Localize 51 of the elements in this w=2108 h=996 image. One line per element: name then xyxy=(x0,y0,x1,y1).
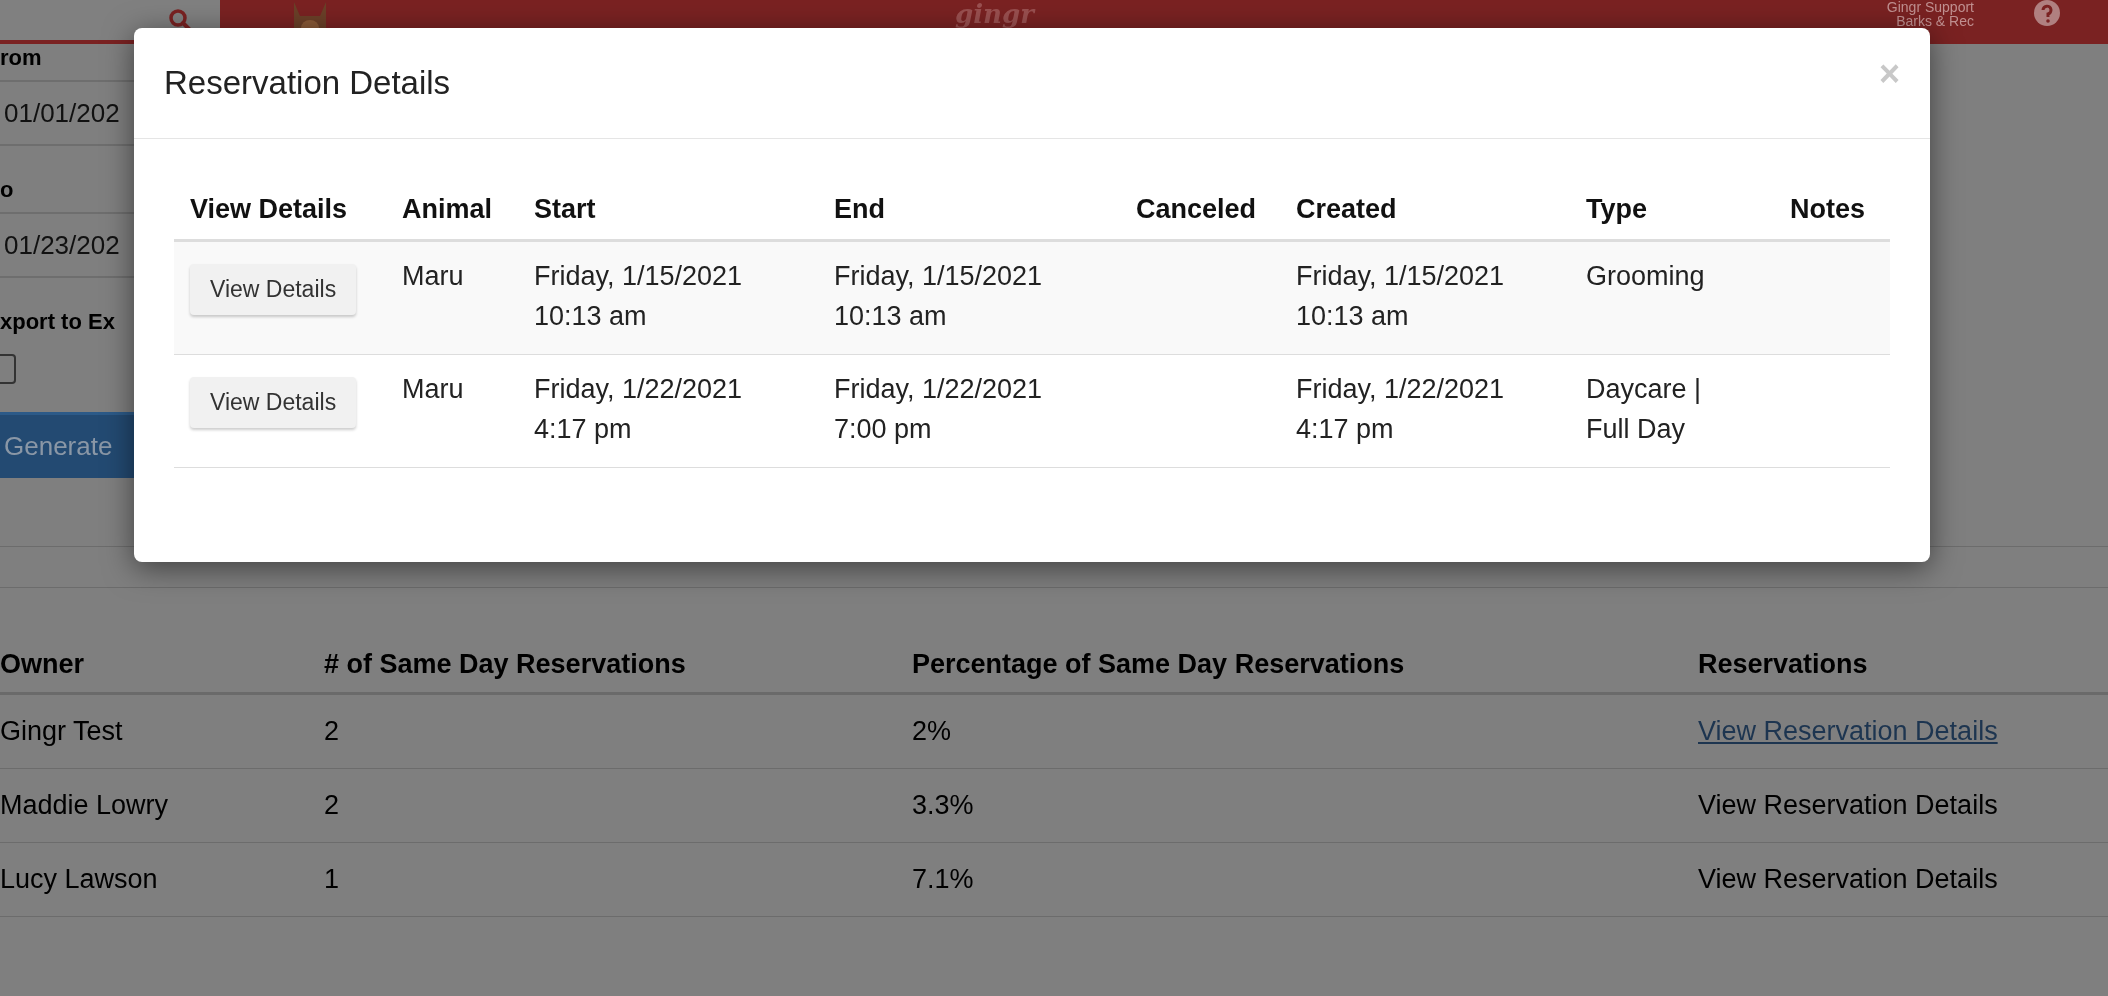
field-label: xport to Ex xyxy=(0,308,116,336)
column-header: # of Same Day Reservations xyxy=(324,636,912,695)
reservation-details-link[interactable]: View Reservation Details xyxy=(1698,790,1998,821)
column-header: Percentage of Same Day Reservations xyxy=(912,636,1698,695)
checkbox[interactable] xyxy=(0,354,16,384)
column-header: Reservations xyxy=(1698,636,2108,695)
table-cell: 2% xyxy=(912,695,1698,769)
table-cell-text: 4:17 pm xyxy=(534,413,633,446)
column-header: View Details xyxy=(189,192,349,226)
table-cell-text: 10:13 am xyxy=(1296,300,1410,333)
table-cell: Gingr Test xyxy=(0,695,324,769)
column-header: Animal xyxy=(401,192,494,226)
reservation-details-link[interactable]: View Reservation Details xyxy=(1698,716,1998,747)
table-cell: Maddie Lowry xyxy=(0,769,324,843)
column-header: Canceled xyxy=(1135,192,1258,226)
column-header: End xyxy=(833,192,886,226)
column-header: Notes xyxy=(1789,192,1866,226)
table-cell: 2 xyxy=(324,769,912,843)
modal-title: Reservation Details xyxy=(164,64,451,102)
table-cell: 2 xyxy=(324,695,912,769)
table-cell-text: Maru xyxy=(402,260,465,293)
table-cell-text: 4:17 pm xyxy=(1296,413,1395,446)
generate-button[interactable]: Generate xyxy=(0,412,134,478)
view-details-button[interactable]: View Details xyxy=(190,264,357,315)
column-header: Type xyxy=(1585,192,1648,226)
table-cell: 7.1% xyxy=(912,843,1698,917)
field-label: rom xyxy=(0,44,43,72)
help-icon[interactable] xyxy=(2034,0,2060,26)
table-cell-text: Daycare | Full Day xyxy=(1586,373,1703,446)
column-header: Owner xyxy=(0,636,324,695)
table-cell-text: 10:13 am xyxy=(834,300,948,333)
location-name: Barks & Rec xyxy=(1896,14,1974,28)
table-cell: 3.3% xyxy=(912,769,1698,843)
table-cell-text: Maru xyxy=(402,373,465,406)
table-cell-text: 10:13 am xyxy=(534,300,648,333)
table-cell-text: Friday, 1/22/2021 xyxy=(1296,373,1506,406)
table-cell-text: 7:00 pm xyxy=(834,413,933,446)
user-name[interactable]: Gingr Support xyxy=(1886,0,1974,14)
table-cell-text: Friday, 1/22/2021 xyxy=(534,373,744,406)
table-cell-text: Friday, 1/15/2021 xyxy=(834,260,1044,293)
table-cell-text: Grooming xyxy=(1586,260,1706,293)
view-details-button[interactable]: View Details xyxy=(190,377,357,428)
column-header: Created xyxy=(1295,192,1398,226)
table-cell-text: Friday, 1/15/2021 xyxy=(1296,260,1506,293)
field-label: o xyxy=(0,176,15,204)
reservation-details-link[interactable]: View Reservation Details xyxy=(1698,864,1998,895)
table-cell-text: Friday, 1/22/2021 xyxy=(834,373,1044,406)
column-header: Start xyxy=(533,192,597,226)
table-cell: 1 xyxy=(324,843,912,917)
table-cell-text: Friday, 1/15/2021 xyxy=(534,260,744,293)
table-cell: Lucy Lawson xyxy=(0,843,324,917)
